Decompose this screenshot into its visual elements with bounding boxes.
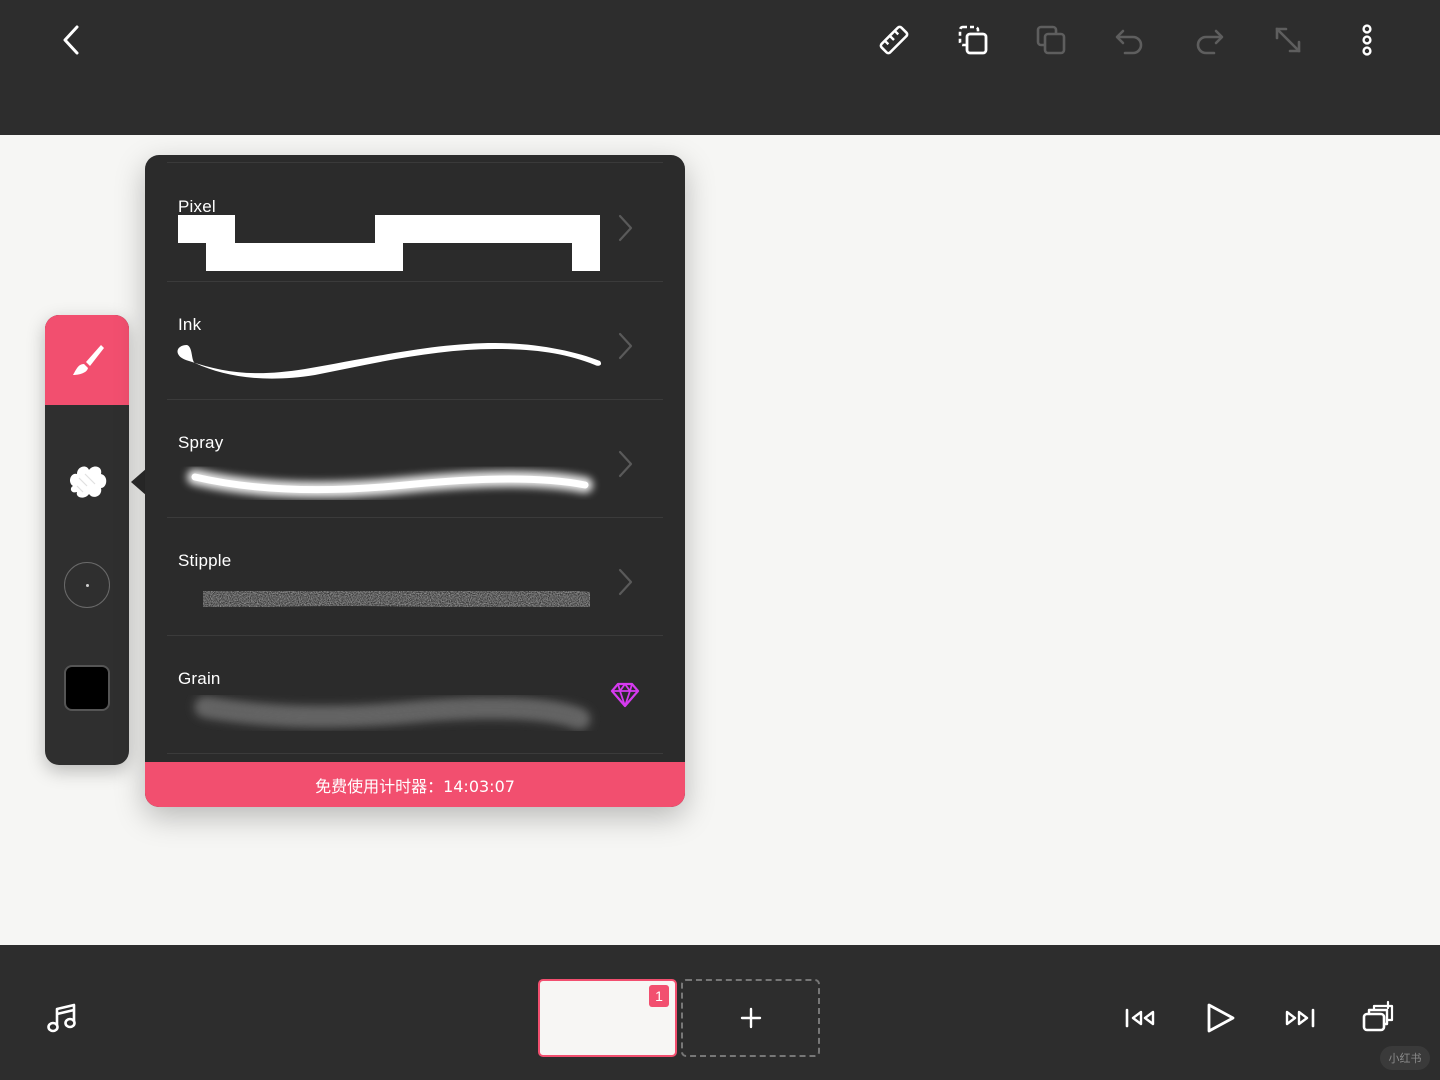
play-button[interactable] [1196,994,1244,1042]
plus-icon [740,1007,761,1029]
chevron-left-icon [63,25,79,55]
duplicate-icon [1036,25,1066,55]
tool-strip [45,315,129,765]
brush-row-ink[interactable]: Ink [167,281,663,400]
premium-diamond-icon [610,682,640,708]
chevron-right-icon [618,568,633,596]
first-frame-icon [1125,1008,1155,1028]
watermark: 小红书 [1380,1046,1430,1070]
brush-row-pixel[interactable]: Pixel [167,163,663,282]
copy-to-layer-icon [958,25,988,55]
brush-size-icon [85,583,89,587]
first-frame-button[interactable] [1117,994,1165,1042]
expand-icon [1275,27,1301,53]
onion-skin-button[interactable] [1354,994,1402,1042]
frame-number-badge: 1 [649,985,669,1007]
grain-brush-preview [195,697,590,729]
play-icon [1207,1003,1235,1033]
brush-picker-panel: Pixel Ink Spray Stipple Grain 免费使用计时器：14… [145,155,685,807]
music-note-icon [47,1003,76,1033]
paintbrush-icon [73,345,104,375]
chevron-right-icon [618,450,633,478]
color-picker-button[interactable] [64,665,110,711]
frame-thumbnail[interactable]: 1 [538,979,677,1057]
free-trial-timer-bar[interactable]: 免费使用计时器：14:03:07 [145,762,685,807]
brush-tool-button[interactable] [45,315,129,405]
more-button[interactable] [1343,16,1391,64]
stipple-brush-preview [192,584,601,614]
last-frame-icon [1285,1008,1315,1028]
brush-name: Grain [178,669,221,688]
spray-brush-preview [187,469,593,498]
brush-row-grain[interactable]: Grain [167,635,663,754]
brush-row-stipple[interactable]: Stipple [167,517,663,636]
ink-brush-preview [177,343,602,379]
timer-text: 免费使用计时器：14:03:07 [315,776,515,796]
add-frame-button[interactable] [681,979,820,1057]
undo-button[interactable] [1106,16,1154,64]
brush-name: Spray [178,433,224,452]
more-vertical-icon [1362,24,1372,56]
brush-texture-icon [70,466,107,498]
pixel-brush-preview [178,215,600,271]
music-button[interactable] [38,994,86,1042]
redo-icon [1196,29,1224,55]
chevron-right-icon [618,332,633,360]
brush-texture-button[interactable] [45,435,129,525]
onion-skin-icon [1362,1000,1394,1032]
brush-row-spray[interactable]: Spray [167,399,663,518]
ruler-icon [879,25,909,55]
brush-name: Ink [178,315,202,334]
redo-button[interactable] [1185,16,1233,64]
brush-name: Pixel [178,197,216,216]
brush-name: Stipple [178,551,232,570]
back-button[interactable] [48,16,96,64]
brush-size-button[interactable] [64,562,110,608]
duplicate-button[interactable] [1027,16,1075,64]
expand-button[interactable] [1264,16,1312,64]
last-frame-button[interactable] [1275,994,1323,1042]
undo-icon [1115,29,1143,55]
chevron-right-icon [618,214,633,242]
top-toolbar [0,0,1440,135]
ruler-button[interactable] [870,16,918,64]
copy-to-layer-button[interactable] [949,16,997,64]
